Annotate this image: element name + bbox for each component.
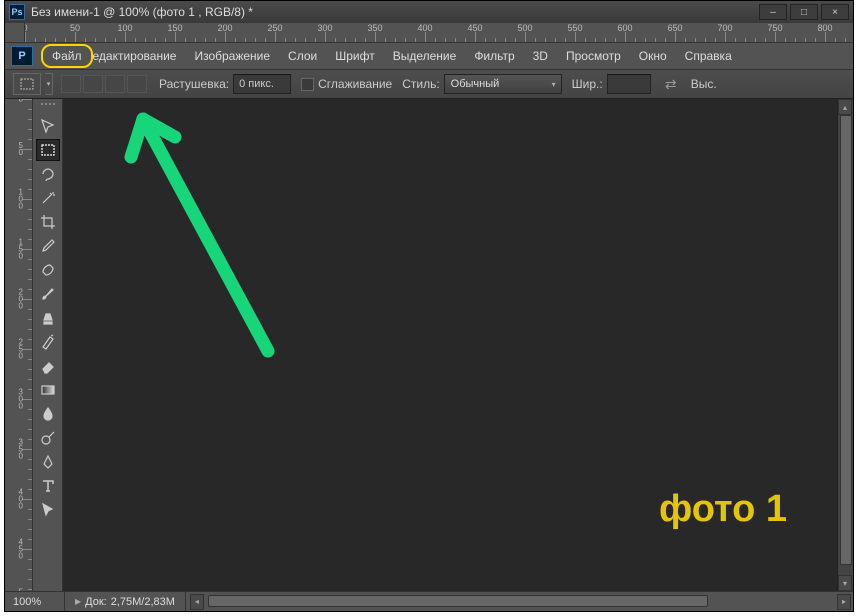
minimize-button[interactable]: – <box>759 4 787 20</box>
ruler-horizontal: 0501001502002503003504004505005506006507… <box>25 23 853 43</box>
swap-dimensions-icon[interactable]: ⇄ <box>661 74 681 94</box>
menu-item-редактирование[interactable]: едактирование <box>93 46 186 66</box>
tools-panel-handle[interactable] <box>35 103 61 109</box>
menu-item-выделение[interactable]: Выделение <box>384 46 466 66</box>
menu-item-справка[interactable]: Справка <box>676 46 741 66</box>
scroll-down-button[interactable]: ▾ <box>838 575 852 591</box>
vertical-scroll-thumb[interactable] <box>840 115 852 565</box>
brush-tool[interactable] <box>36 283 60 305</box>
dodge-tool[interactable] <box>36 427 60 449</box>
selection-add-button[interactable] <box>83 75 103 93</box>
ps-logo-icon: P <box>11 46 33 66</box>
selection-subtract-button[interactable] <box>105 75 125 93</box>
width-input[interactable] <box>607 74 651 94</box>
work-area: 050100150200250300350400450500 фото 1 ▴ … <box>5 99 853 591</box>
menu-item-файл[interactable]: Файл <box>41 44 93 68</box>
close-button[interactable]: × <box>821 4 849 20</box>
scroll-up-button[interactable]: ▴ <box>838 99 852 115</box>
menu-item-изображение[interactable]: Изображение <box>185 46 279 66</box>
ruler-vertical: 050100150200250300350400450500 <box>13 99 33 591</box>
gradient-tool[interactable] <box>36 379 60 401</box>
horizontal-scroll-thumb[interactable] <box>208 595 708 607</box>
antialias-label: Сглаживание <box>318 77 392 91</box>
scroll-left-button[interactable]: ◂ <box>190 594 204 610</box>
window-title: Без имени-1 @ 100% (фото 1 , RGB/8) * <box>31 5 759 19</box>
menu-item-фильтр[interactable]: Фильтр <box>465 46 523 66</box>
horizontal-scrollbar[interactable]: ◂ ▸ <box>186 592 853 611</box>
pen-tool[interactable] <box>36 451 60 473</box>
selection-intersect-button[interactable] <box>127 75 147 93</box>
menu-item-окно[interactable]: Окно <box>630 46 676 66</box>
doc-size: 2,75M/2,83M <box>111 596 175 608</box>
tools-panel <box>33 99 63 591</box>
title-bar: Ps Без имени-1 @ 100% (фото 1 , RGB/8) *… <box>5 1 853 23</box>
style-label: Стиль: <box>402 77 439 91</box>
tool-preset-icon[interactable] <box>13 73 41 95</box>
annotation-label: фото 1 <box>659 488 787 531</box>
lasso-tool[interactable] <box>36 163 60 185</box>
zoom-level[interactable]: 100% <box>5 592 65 611</box>
type-tool[interactable] <box>36 475 60 497</box>
style-value: Обычный <box>451 78 500 90</box>
menu-bar: P ФайледактированиеИзображениеСлоиШрифтВ… <box>5 43 853 69</box>
style-select[interactable]: Обычный <box>444 74 562 94</box>
feather-input[interactable] <box>233 74 291 94</box>
doc-info-arrow-icon: ▶ <box>75 597 81 606</box>
menu-item-слои[interactable]: Слои <box>279 46 326 66</box>
crop-tool[interactable] <box>36 211 60 233</box>
menu-item-шрифт[interactable]: Шрифт <box>326 46 383 66</box>
magic-wand-tool[interactable] <box>36 187 60 209</box>
ruler-horizontal-row: 0501001502002503003504004505005506006507… <box>5 23 853 43</box>
application-window: Ps Без имени-1 @ 100% (фото 1 , RGB/8) *… <box>4 0 854 612</box>
eyedropper-tool[interactable] <box>36 235 60 257</box>
left-gutter <box>5 99 13 591</box>
maximize-button[interactable]: □ <box>790 4 818 20</box>
selection-new-button[interactable] <box>61 75 81 93</box>
canvas[interactable]: фото 1 <box>63 99 837 591</box>
menu-item-3d[interactable]: 3D <box>524 46 557 66</box>
app-icon: Ps <box>9 4 25 20</box>
document-info[interactable]: ▶ Док: 2,75M/2,83M <box>65 592 186 611</box>
feather-label: Растушевка: <box>159 77 229 91</box>
eraser-tool[interactable] <box>36 355 60 377</box>
options-bar: ▾ Растушевка: Сглаживание Стиль: Обычный… <box>5 69 853 99</box>
healing-brush-tool[interactable] <box>36 259 60 281</box>
tool-preset-dropdown[interactable]: ▾ <box>45 73 53 95</box>
vertical-scrollbar[interactable]: ▴ ▾ <box>837 99 853 591</box>
ruler-origin <box>5 23 25 43</box>
path-selection-tool[interactable] <box>36 499 60 521</box>
status-bar: 100% ▶ Док: 2,75M/2,83M ◂ ▸ <box>5 591 853 611</box>
height-label: Выс. <box>691 77 717 91</box>
antialias-checkbox[interactable] <box>301 78 314 91</box>
menu-item-просмотр[interactable]: Просмотр <box>557 46 630 66</box>
annotation-arrow <box>93 99 343 369</box>
history-brush-tool[interactable] <box>36 331 60 353</box>
blur-tool[interactable] <box>36 403 60 425</box>
move-tool[interactable] <box>36 115 60 137</box>
width-label: Шир.: <box>572 77 603 91</box>
doc-label: Док: <box>85 596 107 608</box>
scroll-right-button[interactable]: ▸ <box>837 594 851 610</box>
clone-stamp-tool[interactable] <box>36 307 60 329</box>
marquee-tool[interactable] <box>36 139 60 161</box>
